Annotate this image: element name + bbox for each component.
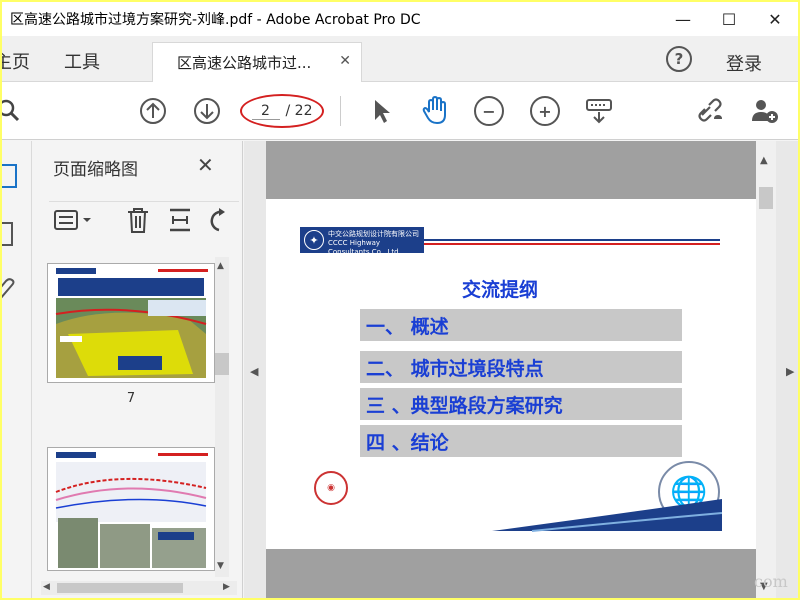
doc-scroll-thumb[interactable]: [759, 187, 773, 209]
minimize-button[interactable]: —: [660, 2, 706, 36]
share-link-icon[interactable]: [696, 96, 726, 126]
pdf-page: ✦ 中交公路规划设计院有限公司 CCCC Highway Consultants…: [266, 199, 776, 549]
tab-document[interactable]: 区高速公路城市过... ✕: [152, 42, 362, 82]
slide-title: 交流提纲: [462, 279, 539, 301]
logo-text-cn: 中交公路规划设计院有限公司: [328, 230, 419, 238]
red-seal-icon: ◉: [314, 471, 348, 505]
thumbnail-scroll-thumb[interactable]: [215, 353, 229, 375]
previous-page-band: [266, 141, 776, 199]
scroll-left-arrow-icon[interactable]: ◀: [43, 582, 50, 592]
company-logo: ✦ 中交公路规划设计院有限公司 CCCC Highway Consultants…: [300, 227, 424, 256]
page-thumbnail[interactable]: [47, 263, 215, 383]
tab-home-label: 主页: [2, 52, 30, 73]
select-cursor-icon[interactable]: [366, 96, 396, 126]
rotate-page-icon[interactable]: [207, 206, 231, 234]
outline-item: 一、 概述: [360, 309, 682, 341]
doc-scroll-up-icon[interactable]: ▲: [760, 155, 768, 166]
previous-page-icon[interactable]: [138, 96, 168, 126]
delete-page-icon[interactable]: [125, 206, 151, 234]
page-thumbnail[interactable]: [47, 447, 215, 571]
add-user-icon[interactable]: [750, 96, 780, 126]
blue-sweep-graphic: [492, 499, 722, 532]
outline-item: 三 、典型路段方案研究: [360, 388, 682, 420]
bookmarks-nav-icon[interactable]: [2, 221, 20, 249]
hand-tool-icon[interactable]: [420, 96, 450, 126]
tab-tools[interactable]: 工具: [64, 48, 100, 74]
left-navigation-pane: [2, 141, 32, 598]
header-rule-blue: [424, 239, 720, 241]
next-page-icon[interactable]: [192, 96, 222, 126]
scroll-right-arrow-icon[interactable]: ▶: [223, 582, 230, 592]
login-button[interactable]: 登录: [726, 50, 762, 76]
page-number-indicator: 2 / 22: [240, 94, 324, 128]
thumbnails-toolbar: [49, 201, 239, 235]
thumbnail-options-icon[interactable]: [53, 206, 93, 234]
help-button[interactable]: ?: [666, 46, 692, 72]
page-thumbnails-nav-icon[interactable]: [2, 163, 20, 191]
document-viewer[interactable]: ◀ ✦ 中交公路规划设计院有限公司 CCCC Highway Consultan…: [244, 141, 798, 598]
close-window-button[interactable]: ✕: [752, 2, 798, 36]
current-page-input[interactable]: 2: [251, 103, 280, 120]
logo-text-en: CCCC Highway Consultants Co., Ltd.: [328, 239, 401, 256]
thumbnails-close-button[interactable]: ✕: [197, 153, 214, 177]
header-rule-red: [424, 243, 720, 245]
page-total: / 22: [285, 103, 313, 119]
acrobat-window: 区高速公路城市过境方案研究-刘峰.pdf - Adobe Acrobat Pro…: [2, 2, 798, 598]
horizontal-scroll-thumb[interactable]: [57, 583, 183, 593]
zoom-in-icon[interactable]: +: [530, 96, 560, 126]
thumbnail-list: 7: [41, 247, 231, 577]
watermark-text: com: [754, 572, 788, 591]
next-page-band: [266, 549, 776, 598]
outline-item: 二、 城市过境段特点: [360, 351, 682, 383]
tab-document-label: 区高速公路城市过...: [177, 54, 312, 72]
thumbnail-horizontal-scrollbar[interactable]: ◀ ▶: [41, 581, 237, 595]
toolbar: 2 / 22 − +: [2, 82, 798, 140]
window-title: 区高速公路城市过境方案研究-刘峰.pdf - Adobe Acrobat Pro…: [10, 12, 421, 28]
scroll-up-arrow-icon[interactable]: ▲: [217, 261, 224, 271]
collapse-left-panel-icon[interactable]: ◀: [250, 365, 258, 378]
tab-home[interactable]: 主页: [2, 48, 38, 74]
tab-close-button[interactable]: ✕: [339, 53, 351, 69]
toolbar-divider: [340, 96, 341, 126]
logo-emblem-icon: ✦: [304, 230, 324, 250]
thumbnail-vertical-scrollbar[interactable]: ▲ ▼: [215, 257, 229, 577]
extract-page-icon[interactable]: [167, 206, 193, 234]
expand-right-panel-icon[interactable]: ▶: [786, 365, 794, 378]
document-vertical-scrollbar[interactable]: ▲ ▼: [756, 141, 776, 598]
tab-bar: 主页 工具 区高速公路城市过... ✕ ? 登录: [2, 36, 798, 82]
keyboard-scroll-icon[interactable]: [584, 96, 614, 126]
search-icon[interactable]: [2, 96, 24, 126]
page-thumbnails-panel: 页面缩略图 ✕ 7 ▲ ▼ ◀ ▶: [33, 141, 243, 598]
thumbnail-page-label: 7: [126, 391, 136, 406]
zoom-out-icon[interactable]: −: [474, 96, 504, 126]
outline-item: 四 、结论: [360, 425, 682, 457]
attachments-nav-icon[interactable]: [2, 277, 20, 305]
thumbnails-panel-title: 页面缩略图: [53, 160, 138, 180]
scroll-down-arrow-icon[interactable]: ▼: [217, 561, 224, 571]
title-bar: 区高速公路城市过境方案研究-刘峰.pdf - Adobe Acrobat Pro…: [2, 2, 798, 36]
maximize-button[interactable]: ☐: [706, 2, 752, 36]
